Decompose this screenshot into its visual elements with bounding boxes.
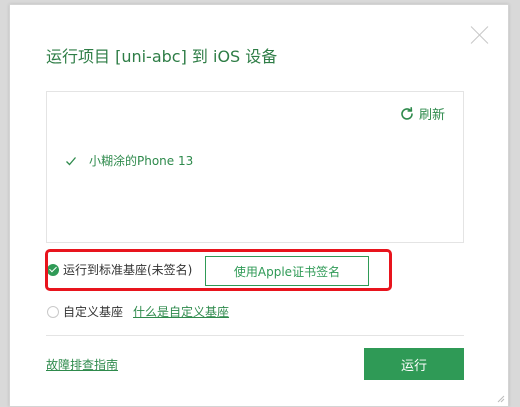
device-list-panel: 刷新 小糊涂的Phone 13 — [46, 91, 464, 243]
option-custom-base-label: 自定义基座 — [63, 305, 124, 319]
custom-base-help-link[interactable]: 什么是自定义基座 — [133, 303, 229, 320]
option-custom-base[interactable]: 自定义基座 什么是自定义基座 — [47, 303, 229, 320]
run-button[interactable]: 运行 — [364, 348, 464, 380]
device-name: 小糊涂的Phone 13 — [89, 154, 194, 168]
refresh-icon — [401, 106, 413, 120]
resize-grip-icon[interactable] — [497, 395, 505, 403]
troubleshoot-link[interactable]: 故障排查指南 — [46, 356, 118, 373]
highlight-box — [45, 249, 392, 291]
refresh-button[interactable]: 刷新 — [399, 104, 445, 123]
refresh-label: 刷新 — [418, 108, 445, 123]
divider — [46, 335, 464, 336]
check-icon — [66, 156, 76, 165]
run-to-ios-dialog: 运行项目 [uni-abc] 到 iOS 设备 刷新 小糊涂的Phone 13 … — [9, 4, 509, 407]
device-item[interactable]: 小糊涂的Phone 13 — [65, 152, 193, 169]
dialog-title: 运行项目 [uni-abc] 到 iOS 设备 — [46, 47, 278, 66]
radio-unchecked-icon[interactable] — [47, 305, 59, 318]
close-icon[interactable] — [470, 25, 490, 45]
